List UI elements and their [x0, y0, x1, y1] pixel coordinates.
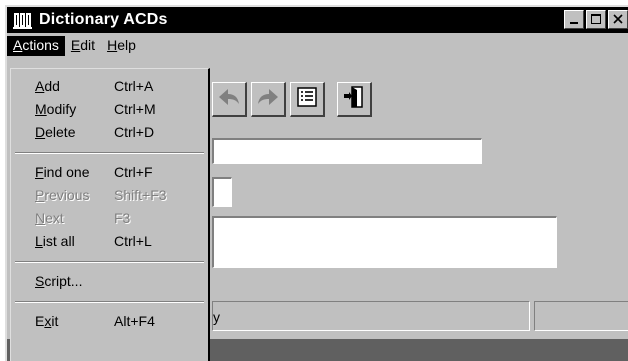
menu-item-list-all-shortcut: Ctrl+L [114, 233, 152, 249]
menu-item-add-mnemonic: A [35, 78, 45, 94]
menu-item-modify[interactable]: Modify Ctrl+M [11, 98, 208, 121]
menu-item-exit[interactable]: Exit Alt+F4 [11, 310, 208, 333]
forward-button[interactable] [251, 81, 286, 117]
status-panel-2 [534, 301, 628, 331]
maximize-icon [591, 14, 601, 24]
text-field-2[interactable] [212, 177, 232, 207]
menu-item-list-all[interactable]: List all Ctrl+L [11, 230, 208, 253]
back-arrow-icon [216, 86, 242, 111]
menu-separator [15, 152, 204, 154]
menu-item-previous-shortcut: Shift+F3 [114, 187, 167, 203]
forward-arrow-icon [255, 86, 281, 111]
menu-item-find-one-label: ind one [43, 164, 90, 180]
menu-help-label: elp [117, 37, 136, 53]
menu-item-script[interactable]: Script... [11, 270, 208, 293]
menu-item-next-label: ext [45, 210, 64, 226]
menu-item-delete-label: elete [45, 124, 76, 140]
menu-item-script-label: cript... [44, 273, 83, 289]
menu-item-exit-shortcut: Alt+F4 [114, 313, 155, 329]
menu-edit-mnemonic: E [70, 37, 81, 53]
menu-item-list-all-mnemonic: L [35, 233, 43, 249]
menu-item-modify-label: odify [46, 101, 77, 117]
menu-help[interactable]: Help [101, 36, 142, 56]
menu-actions[interactable]: Actions [7, 36, 65, 56]
menu-item-delete-mnemonic: D [35, 124, 46, 140]
text-area[interactable] [212, 216, 557, 268]
menu-separator [15, 261, 204, 263]
menu-item-delete[interactable]: Delete Ctrl+D [11, 121, 208, 144]
menu-edit-label: dit [80, 37, 96, 53]
menu-item-list-all-label: ist all [42, 233, 75, 249]
status-panel-1: y [212, 301, 530, 331]
title-bar[interactable]: Dictionary ACDs [7, 7, 628, 33]
menu-item-next-shortcut: F3 [114, 210, 131, 226]
menu-actions-label: ctions [22, 37, 59, 53]
door-exit-icon [342, 85, 366, 112]
toolbar [212, 79, 376, 119]
menu-item-add-shortcut: Ctrl+A [114, 78, 154, 94]
close-icon [612, 12, 624, 29]
menu-item-find-one[interactable]: Find one Ctrl+F [11, 161, 208, 184]
menu-item-script-mnemonic: S [35, 273, 45, 289]
minimize-button[interactable] [564, 10, 584, 29]
books-icon [13, 11, 33, 29]
minimize-icon [570, 22, 578, 24]
menu-item-find-one-shortcut: Ctrl+F [114, 164, 153, 180]
menu-item-add-label: dd [44, 78, 60, 94]
list-icon [296, 86, 318, 111]
menu-help-mnemonic: H [107, 37, 118, 53]
text-field-1[interactable] [212, 138, 482, 164]
menu-item-previous[interactable]: Previous Shift+F3 [11, 184, 208, 207]
menu-item-find-one-mnemonic: F [35, 164, 44, 180]
menu-item-exit-prefix: E [35, 313, 45, 329]
menu-item-add[interactable]: Add Ctrl+A [11, 75, 208, 98]
list-view-button[interactable] [290, 81, 325, 117]
menu-item-previous-mnemonic: P [35, 187, 45, 203]
menu-actions-mnemonic: A [13, 37, 23, 53]
actions-menu-dropdown: Add Ctrl+A Modify Ctrl+M Delete Ctrl+D Find… [10, 68, 210, 361]
menu-item-modify-shortcut: Ctrl+M [114, 101, 156, 117]
menu-item-next[interactable]: Next F3 [11, 207, 208, 230]
maximize-button[interactable] [586, 10, 606, 29]
window-title: Dictionary ACDs [39, 11, 168, 28]
menu-item-exit-label: it [51, 313, 59, 329]
menu-item-next-mnemonic: N [35, 210, 46, 226]
close-button[interactable] [608, 10, 628, 29]
exit-door-button[interactable] [337, 81, 372, 117]
back-button[interactable] [212, 81, 247, 117]
menu-edit[interactable]: Edit [65, 36, 101, 56]
menu-item-modify-mnemonic: M [35, 101, 47, 117]
menu-item-delete-shortcut: Ctrl+D [114, 124, 155, 140]
menu-separator [15, 301, 204, 303]
menu-item-previous-label: revious [44, 187, 90, 203]
menu-bar: Actions Edit Help [7, 35, 628, 57]
status-text: y [213, 309, 220, 325]
